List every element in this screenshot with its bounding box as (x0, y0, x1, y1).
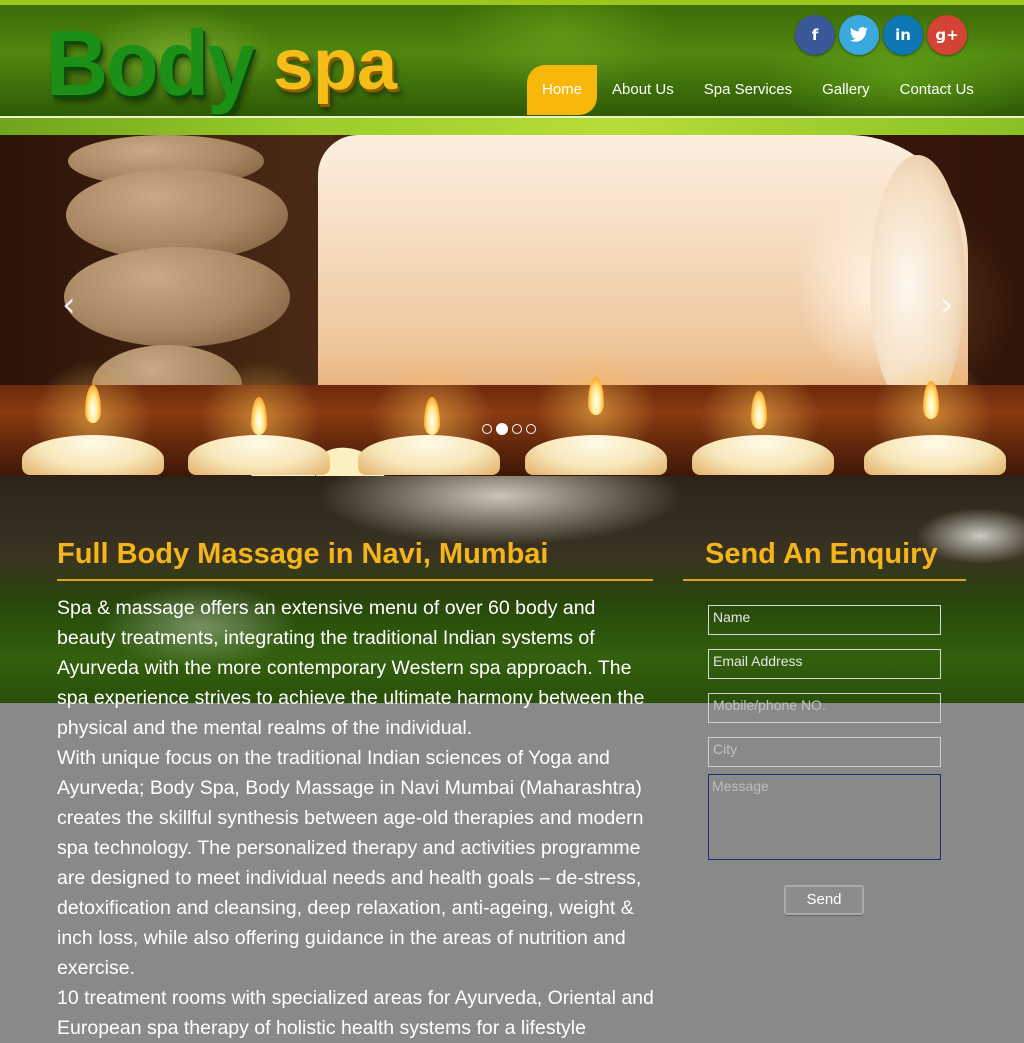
slide-candle (22, 435, 164, 475)
site-header: Body spa f in g+ Home About Us Spa Servic… (0, 5, 1024, 116)
enquiry-title-underline (683, 579, 966, 581)
slide-candle (692, 435, 834, 475)
site-logo[interactable]: Body spa (46, 11, 398, 116)
logo-text-spa: spa (273, 25, 398, 105)
title-underline (57, 579, 653, 581)
linkedin-icon[interactable]: in (883, 15, 923, 55)
google-plus-icon[interactable]: g+ (927, 15, 967, 55)
slide-candle (864, 435, 1006, 475)
social-links: f in g+ (795, 15, 967, 55)
intro-paragraph: Spa & massage offers an extensive menu o… (57, 597, 645, 739)
nav-about-us[interactable]: About Us (597, 65, 689, 115)
enquiry-title: Send An Enquiry (705, 538, 938, 570)
slide-stone (64, 247, 290, 347)
intro-text: Spa & massage offers an extensive menu o… (57, 593, 657, 1043)
slider-next-arrow-icon[interactable]: › (940, 285, 954, 325)
message-field[interactable]: Message (708, 774, 941, 860)
nav-home[interactable]: Home (527, 65, 598, 115)
slider-pagination (482, 423, 536, 435)
slider-dot[interactable] (526, 424, 536, 434)
email-field[interactable]: Email Address (708, 649, 941, 679)
nav-gallery[interactable]: Gallery (807, 65, 885, 115)
main-nav: Home About Us Spa Services Gallery Conta… (527, 65, 989, 115)
slide-candle (188, 435, 330, 475)
nav-spa-services[interactable]: Spa Services (689, 65, 807, 115)
city-field[interactable]: City (708, 737, 941, 767)
name-field[interactable]: Name (708, 605, 941, 635)
nav-contact-us[interactable]: Contact Us (885, 65, 989, 115)
hero-slider: ‹ › (0, 135, 1024, 476)
intro-paragraph: With unique focus on the traditional Ind… (57, 747, 644, 979)
slide-candle (358, 435, 500, 475)
header-green-band (0, 118, 1024, 135)
facebook-icon[interactable]: f (795, 15, 835, 55)
send-button[interactable]: Send (784, 885, 864, 915)
slider-dot[interactable] (482, 424, 492, 434)
twitter-icon[interactable] (839, 15, 879, 55)
slider-dot-active[interactable] (496, 423, 508, 435)
slider-dot[interactable] (512, 424, 522, 434)
twitter-bird-glyph (849, 27, 868, 42)
slider-prev-arrow-icon[interactable]: ‹ (62, 285, 76, 325)
logo-text-body: Body (46, 12, 255, 116)
page-title: Full Body Massage in Navi, Mumbai (57, 538, 549, 570)
slide-candle (525, 435, 667, 475)
intro-paragraph: 10 treatment rooms with specialized area… (57, 987, 654, 1039)
mobile-field[interactable]: Mobile/phone NO. (708, 693, 941, 723)
